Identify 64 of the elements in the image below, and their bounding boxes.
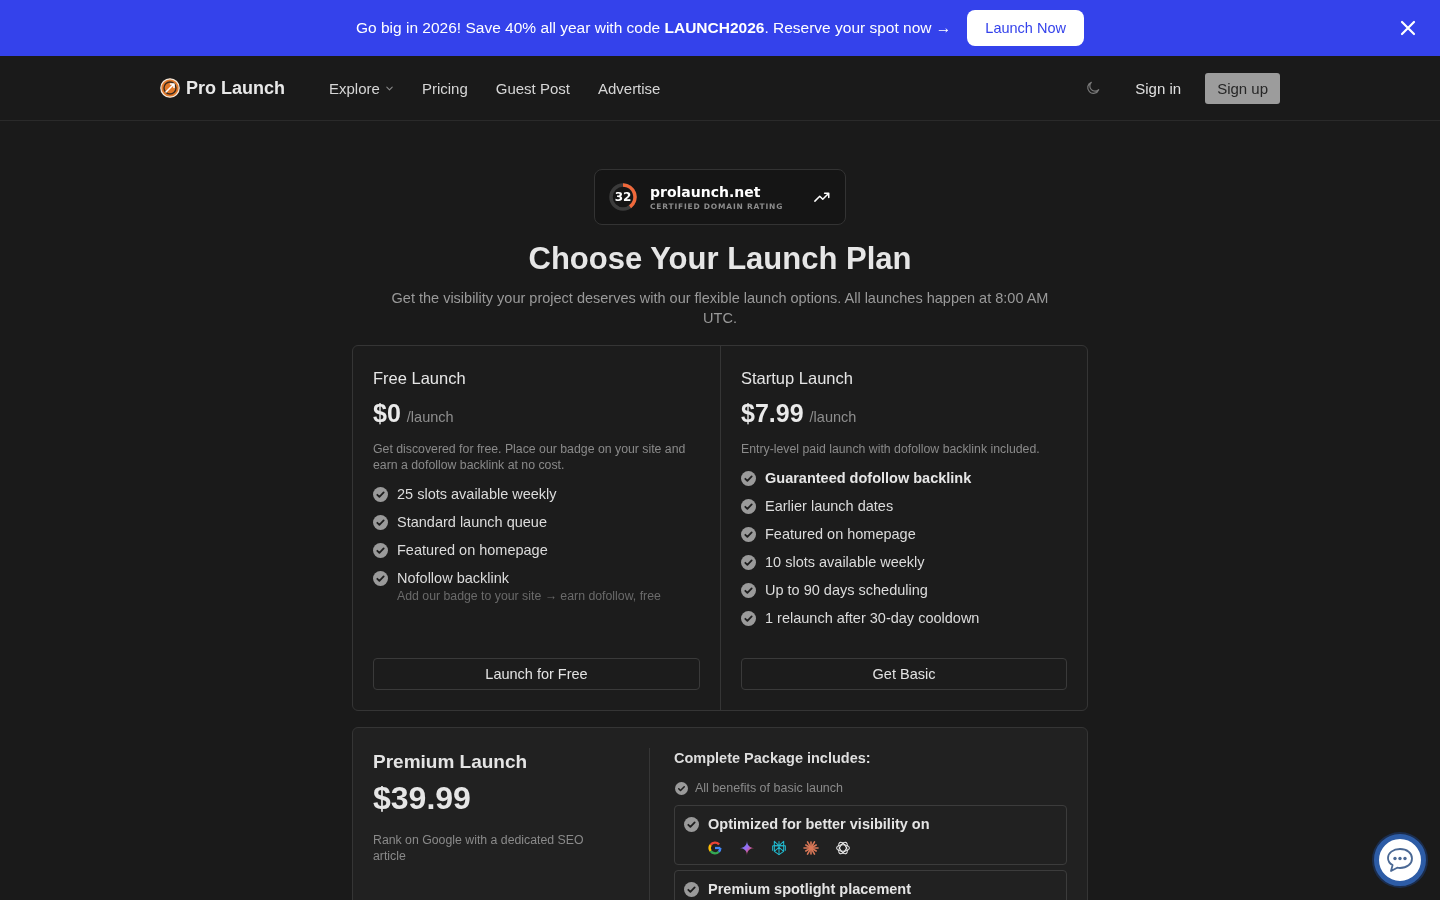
- check-circle-icon: [741, 610, 756, 626]
- logo-icon[interactable]: [160, 78, 180, 98]
- check-circle-icon: [684, 816, 699, 832]
- nav-link[interactable]: Explore: [329, 79, 394, 97]
- domain-name: prolaunch.net: [650, 183, 762, 200]
- knot-icon: [835, 840, 851, 856]
- rating-value: 32: [613, 189, 633, 206]
- feature-text: Up to 90 days scheduling: [765, 582, 928, 598]
- benefit-text: All benefits of basic launch: [695, 780, 843, 797]
- feature-text: Featured on homepage: [765, 526, 916, 542]
- nav-link[interactable]: Guest Post: [495, 79, 570, 97]
- check-circle-icon: [684, 881, 699, 897]
- feature-text: Standard launch queue: [397, 514, 547, 530]
- check-circle-icon: [741, 526, 756, 542]
- nav-link[interactable]: Pricing: [421, 79, 468, 97]
- plan-price: $7.99: [741, 398, 804, 429]
- chat-button[interactable]: [1374, 834, 1426, 886]
- check-circle-icon: [741, 470, 756, 486]
- feature-text: 10 slots available weekly: [765, 554, 925, 570]
- feature-text: Earlier launch dates: [765, 498, 894, 514]
- promo-text: Go big in 2026! Save 40% all year with code LAUNCH2026. Reserve your spot now →: [356, 19, 952, 37]
- sparkle-icon: [739, 840, 755, 856]
- check-circle-icon: [741, 498, 756, 514]
- price-unit: /launch: [809, 408, 857, 427]
- check-circle-icon: [373, 570, 388, 586]
- plan-price: $39.99: [373, 779, 472, 818]
- nav-link[interactable]: Advertise: [597, 79, 661, 97]
- plan-description: Rank on Google with a dedicated SEO article: [373, 832, 585, 864]
- brand-name[interactable]: Pro Launch: [186, 77, 285, 99]
- sign-in-button[interactable]: Sign in: [1129, 73, 1188, 103]
- feature-text: 25 slots available weekly: [397, 486, 557, 502]
- feature-title: Optimized for better visibility on: [708, 815, 930, 834]
- plan-description: Get discovered for free. Place our badge on your site and earn a dofollow backlink at no cost.: [373, 441, 687, 473]
- page-subtitle: Get the visibility your project deserves with our flexible launch options. All launches happen at 8:00 AM UTC.: [390, 289, 1050, 328]
- includes-heading: Complete Package includes:: [674, 749, 872, 768]
- price-unit: /launch: [406, 408, 454, 427]
- check-circle-icon: [373, 514, 388, 530]
- feature-text: Featured on homepage: [397, 542, 548, 558]
- plan-title: Free Launch: [373, 368, 467, 389]
- moon-icon: [1085, 80, 1102, 96]
- plan-button[interactable]: Launch for Free: [373, 658, 700, 690]
- sign-up-button[interactable]: Sign up: [1205, 72, 1280, 104]
- g-letter-icon: [707, 840, 723, 856]
- plan-price: $0: [373, 398, 401, 429]
- check-circle-icon: [373, 486, 388, 502]
- feature-text: 1 relaunch after 30-day cooldown: [765, 610, 980, 626]
- feature-note: Add our badge to your site → earn dofollow, free: [397, 589, 662, 603]
- check-circle-icon: [373, 542, 388, 558]
- plan-description: Entry-level paid launch with dofollow backlink included.: [741, 441, 1041, 457]
- feature-text: Guaranteed dofollow backlink: [765, 470, 972, 486]
- lattice-icon: [771, 840, 787, 856]
- chat-bubble-icon: [1385, 846, 1415, 874]
- check-circle-icon: [741, 554, 756, 570]
- feature-text: Nofollow backlink: [397, 570, 510, 586]
- check-circle-icon: [675, 781, 688, 795]
- plan-title: Premium Launch: [373, 750, 529, 774]
- feature-title: Premium spotlight placement: [708, 880, 912, 899]
- plan-title: Startup Launch: [741, 368, 854, 389]
- plan-button[interactable]: Get Basic: [741, 658, 1067, 690]
- check-circle-icon: [741, 582, 756, 598]
- asterisk-icon: [803, 840, 819, 856]
- close-icon[interactable]: [1400, 20, 1416, 36]
- page-heading: Choose Your Launch Plan: [528, 241, 912, 277]
- launch-now-button[interactable]: Launch Now: [967, 10, 1084, 46]
